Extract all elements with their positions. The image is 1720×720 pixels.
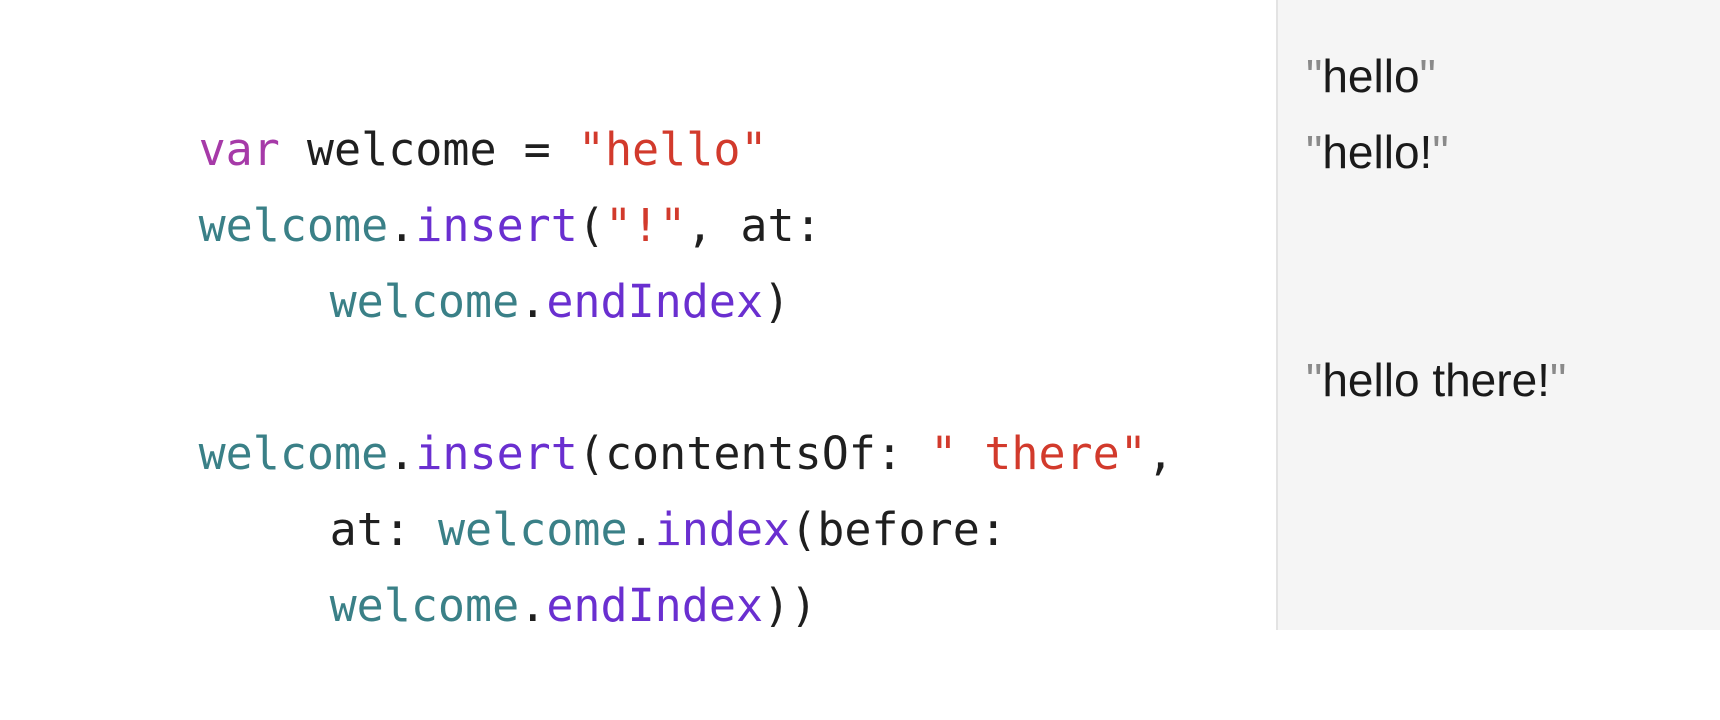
quote-mark: " bbox=[1419, 50, 1436, 102]
result-value[interactable]: "hello there!" bbox=[1306, 342, 1566, 418]
result-text: hello bbox=[1322, 50, 1420, 102]
code-token: endIndex bbox=[546, 275, 764, 328]
code-token: . bbox=[519, 275, 547, 328]
quote-mark: " bbox=[1549, 354, 1567, 406]
code-token: . bbox=[519, 579, 547, 632]
code-line-4[interactable]: welcome.insert(contentsOf: " there", bbox=[36, 340, 1174, 480]
code-token: welcome bbox=[329, 579, 520, 632]
results-sidebar: "hello" "hello!" "hello there!" bbox=[1276, 0, 1720, 630]
code-line-5[interactable]: at: welcome.index(before: bbox=[36, 416, 1007, 556]
code-token: , bbox=[1146, 427, 1174, 480]
code-token: ) bbox=[763, 275, 791, 328]
code-line-2[interactable]: welcome.insert("!", at: bbox=[36, 112, 822, 252]
code-token: (before: bbox=[790, 503, 1007, 556]
quote-mark: " bbox=[1306, 354, 1323, 406]
playground-window: var welcome = "hello" welcome.insert("!"… bbox=[0, 0, 1720, 632]
code-editor[interactable]: var welcome = "hello" welcome.insert("!"… bbox=[0, 0, 1276, 632]
code-token: endIndex bbox=[546, 579, 764, 632]
code-token: )) bbox=[763, 579, 818, 632]
result-text: hello! bbox=[1322, 126, 1433, 178]
quote-mark: " bbox=[1306, 50, 1323, 102]
code-token: welcome bbox=[329, 275, 520, 328]
quote-mark: " bbox=[1306, 126, 1323, 178]
result-text: hello there! bbox=[1322, 354, 1550, 406]
code-line-3[interactable]: welcome.endIndex) bbox=[36, 188, 791, 328]
quote-mark: " bbox=[1432, 126, 1449, 178]
code-line-6[interactable]: welcome.endIndex)) bbox=[36, 492, 818, 632]
result-value[interactable]: "hello!" bbox=[1306, 114, 1449, 190]
result-value[interactable]: "hello" bbox=[1306, 38, 1436, 114]
code-line-1[interactable]: var welcome = "hello" bbox=[36, 36, 768, 176]
